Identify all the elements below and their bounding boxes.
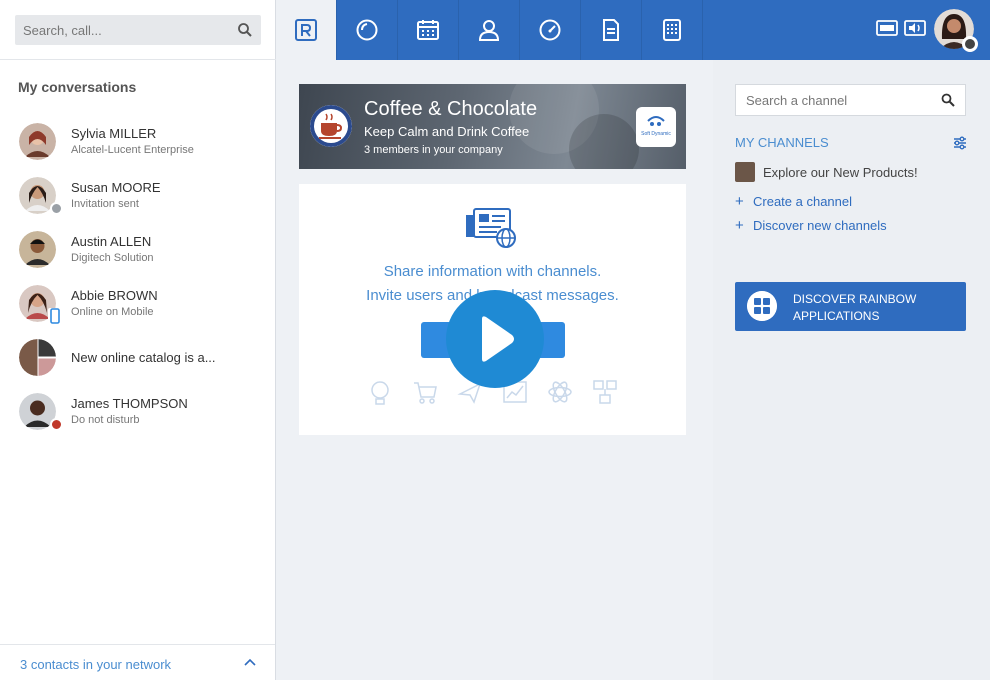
- dialpad-icon: [663, 19, 681, 41]
- tab-dialpad[interactable]: [642, 0, 703, 60]
- discover-line2: APPLICATIONS: [793, 309, 880, 323]
- channels-info-card: Share information with channels. Invite …: [299, 184, 686, 435]
- tab-calendar[interactable]: [398, 0, 459, 60]
- do-not-disturb-icon: [50, 418, 63, 431]
- channels-panel: MY CHANNELS Explore our New Products! + C…: [713, 60, 990, 680]
- company-logo-text: Soft Dynamic: [641, 131, 671, 137]
- shopping-cart-icon: [414, 382, 437, 404]
- conversation-item[interactable]: Sylvia MILLER Alcatel-Lucent Enterprise: [0, 119, 275, 169]
- tab-documents[interactable]: [581, 0, 642, 60]
- document-icon: [603, 19, 619, 41]
- contact-name: Abbie BROWN: [71, 288, 158, 303]
- network-count[interactable]: 3 contacts in your network: [20, 657, 171, 672]
- search-icon[interactable]: [941, 93, 955, 107]
- audio-settings-icon[interactable]: [904, 18, 926, 38]
- contact-name: Sylvia MILLER: [71, 126, 157, 141]
- discover-channels-link[interactable]: + Discover new channels: [735, 217, 887, 234]
- play-icon: [482, 316, 514, 362]
- company-logo: Soft Dynamic: [636, 107, 676, 147]
- contact-subtitle: Alcatel-Lucent Enterprise: [71, 144, 194, 156]
- calendar-icon: [417, 20, 439, 40]
- search-icon[interactable]: [237, 22, 253, 38]
- channel-members: 3 members in your company: [364, 144, 503, 156]
- conversation-item[interactable]: James THOMPSON Do not disturb: [0, 389, 275, 439]
- channel-list-item[interactable]: Explore our New Products!: [735, 162, 975, 182]
- lightbulb-icon: [371, 381, 389, 405]
- channel-name: Explore our New Products!: [763, 165, 918, 180]
- search-input[interactable]: [15, 15, 261, 45]
- discover-applications-button[interactable]: DISCOVER RAINBOW APPLICATIONS: [735, 282, 966, 331]
- soft-dynamic-logo-icon: [647, 116, 665, 126]
- contact-subtitle: Do not disturb: [71, 414, 140, 426]
- play-video-button[interactable]: [446, 290, 544, 388]
- network-icon: [593, 380, 617, 404]
- group-conversation-name: New online catalog is a...: [71, 350, 216, 365]
- my-channels-title: MY CHANNELS: [735, 135, 829, 150]
- conversation-item[interactable]: Susan MOORE Invitation sent: [0, 173, 275, 223]
- info-text-line1: Share information with channels.: [383, 263, 602, 280]
- presence-status-icon: [962, 36, 978, 52]
- conversations-title: My conversations: [18, 79, 137, 95]
- group-avatar: [19, 339, 56, 376]
- banner-background: [569, 114, 639, 169]
- contact-name: Susan MOORE: [71, 180, 161, 195]
- pending-status-icon: [50, 202, 63, 215]
- discover-applications-label: DISCOVER RAINBOW APPLICATIONS: [793, 291, 953, 325]
- dashboard-icon: [539, 19, 561, 41]
- divider: [0, 59, 276, 60]
- keyboard-icon[interactable]: [876, 18, 898, 38]
- avatar: [19, 123, 56, 160]
- conversation-item[interactable]: New online catalog is a...: [0, 335, 275, 385]
- contact-subtitle: Digitech Solution: [71, 252, 154, 264]
- mobile-status-icon: [48, 308, 62, 324]
- channel-search-input[interactable]: [736, 85, 936, 115]
- discover-channels-label: Discover new channels: [753, 218, 887, 233]
- channel-name: Coffee & Chocolate: [364, 98, 538, 120]
- channel-search-bar: [735, 84, 966, 116]
- chevron-up-icon[interactable]: [243, 656, 257, 670]
- newspaper-globe-icon: [466, 208, 516, 248]
- tab-rainbow-home[interactable]: [276, 0, 337, 60]
- conversations-panel: My conversations Sylvia MILLER Alcatel-L…: [0, 0, 276, 680]
- conversation-item[interactable]: Abbie BROWN Online on Mobile: [0, 281, 275, 331]
- conversation-item[interactable]: Austin ALLEN Digitech Solution: [0, 227, 275, 277]
- contact-subtitle: Invitation sent: [71, 198, 139, 210]
- rainbow-logo-icon: [295, 19, 317, 41]
- channel-thumbnail: [735, 162, 755, 182]
- filter-settings-icon[interactable]: [953, 136, 967, 150]
- coffee-cup-icon: [310, 105, 352, 147]
- avatar: [19, 231, 56, 268]
- plus-icon: +: [735, 193, 744, 210]
- create-channel-label: Create a channel: [753, 194, 853, 209]
- network-footer[interactable]: 3 contacts in your network: [0, 644, 275, 680]
- apps-grid-icon: [747, 291, 777, 321]
- create-channel-link[interactable]: + Create a channel: [735, 193, 852, 210]
- search-bar: [15, 15, 261, 45]
- recent-icon: [356, 19, 378, 41]
- contact-name: James THOMPSON: [71, 396, 188, 411]
- channel-tagline: Keep Calm and Drink Coffee: [364, 124, 530, 139]
- atom-icon: [548, 381, 572, 403]
- discover-line1: DISCOVER RAINBOW: [793, 292, 917, 306]
- tab-dashboard[interactable]: [520, 0, 581, 60]
- top-navigation-bar: [276, 0, 990, 60]
- contact-subtitle: Online on Mobile: [71, 306, 154, 318]
- contact-name: Austin ALLEN: [71, 234, 152, 249]
- channel-banner[interactable]: Coffee & Chocolate Keep Calm and Drink C…: [299, 84, 686, 169]
- contacts-icon: [478, 20, 500, 41]
- tab-contacts[interactable]: [459, 0, 520, 60]
- tab-recent[interactable]: [337, 0, 398, 60]
- plus-icon: +: [735, 217, 744, 234]
